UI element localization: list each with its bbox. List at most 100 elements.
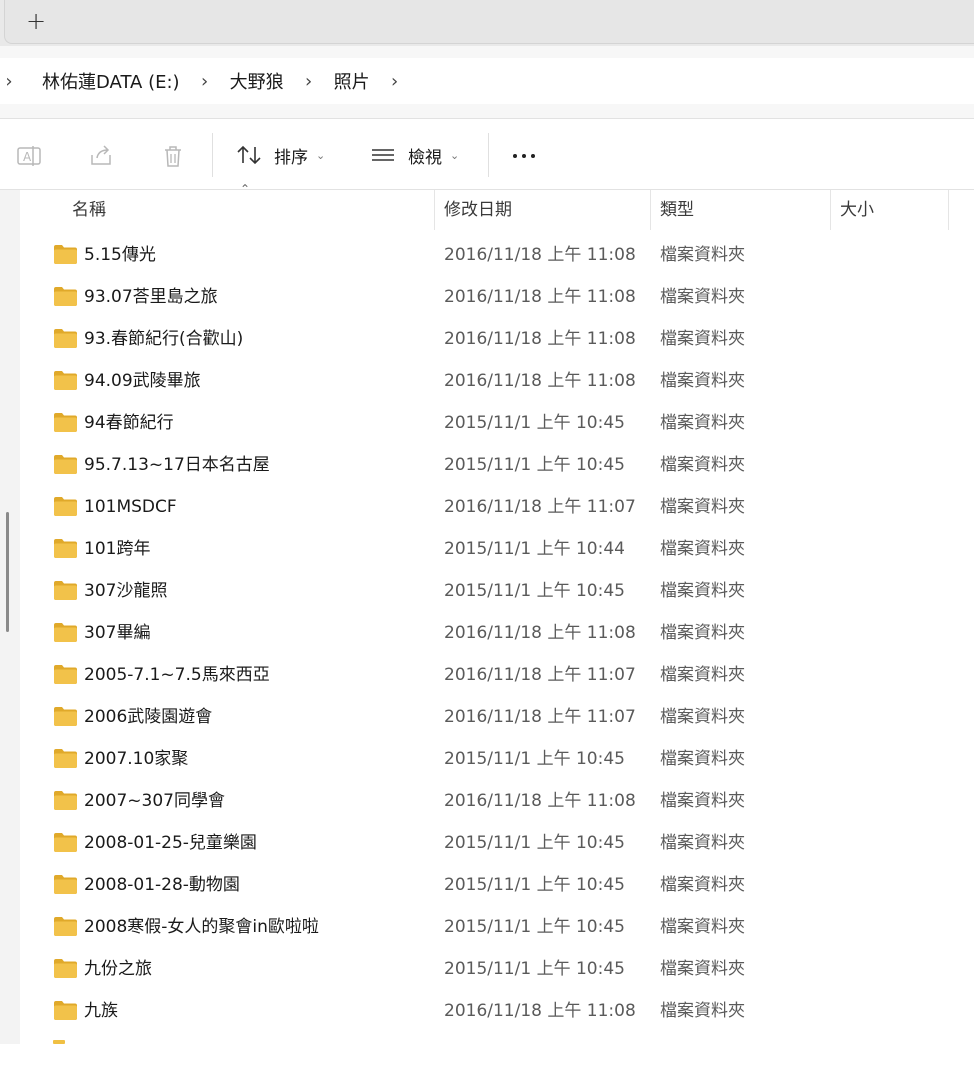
file-row[interactable]: 307沙龍照 2015/11/1 上午 10:45 檔案資料夾 bbox=[20, 570, 974, 612]
column-divider[interactable] bbox=[830, 190, 831, 230]
breadcrumb-chevron-icon[interactable]: › bbox=[384, 71, 406, 92]
file-row[interactable]: 101跨年 2015/11/1 上午 10:44 檔案資料夾 bbox=[20, 528, 974, 570]
file-type: 檔案資料夾 bbox=[660, 875, 745, 895]
file-modified-date: 2016/11/18 上午 11:08 bbox=[444, 1001, 636, 1021]
column-header-name[interactable]: 名稱 bbox=[72, 190, 106, 230]
view-button[interactable]: 檢視 ⌄ bbox=[370, 141, 459, 169]
folder-icon bbox=[54, 833, 77, 852]
chevron-down-icon: ⌄ bbox=[316, 148, 326, 162]
breadcrumb-chevron-icon[interactable]: › bbox=[298, 71, 320, 92]
file-name: 101MSDCF bbox=[84, 497, 177, 517]
new-tab-button[interactable]: + bbox=[22, 8, 50, 36]
file-type: 檔案資料夾 bbox=[660, 329, 745, 349]
file-row[interactable]: 93.春節紀行(合歡山) 2016/11/18 上午 11:08 檔案資料夾 bbox=[20, 318, 974, 360]
file-modified-date: 2015/11/1 上午 10:45 bbox=[444, 833, 625, 853]
file-row[interactable]: 101MSDCF 2016/11/18 上午 11:07 檔案資料夾 bbox=[20, 486, 974, 528]
sort-button[interactable]: 排序 ⌄ bbox=[236, 141, 325, 169]
column-header-size[interactable]: 大小 bbox=[840, 190, 874, 230]
file-modified-date: 2016/11/18 上午 11:07 bbox=[444, 707, 636, 727]
file-type: 檔案資料夾 bbox=[660, 455, 745, 475]
file-row[interactable]: 2008-01-28-動物園 2015/11/1 上午 10:45 檔案資料夾 bbox=[20, 864, 974, 906]
file-row[interactable]: 93.07荅里島之旅 2016/11/18 上午 11:08 檔案資料夾 bbox=[20, 276, 974, 318]
folder-icon bbox=[54, 581, 77, 600]
file-name: 2007.10家聚 bbox=[84, 749, 189, 769]
file-row[interactable]: 2007.10家聚 2015/11/1 上午 10:45 檔案資料夾 bbox=[20, 738, 974, 780]
file-modified-date: 2016/11/18 上午 11:08 bbox=[444, 245, 636, 265]
file-type: 檔案資料夾 bbox=[660, 665, 745, 685]
file-type: 檔案資料夾 bbox=[660, 749, 745, 769]
file-row[interactable]: 95.7.13~17日本名古屋 2015/11/1 上午 10:45 檔案資料夾 bbox=[20, 444, 974, 486]
column-header: 名稱 修改日期 類型 大小 bbox=[20, 190, 974, 230]
file-row[interactable]: 307畢編 2016/11/18 上午 11:08 檔案資料夾 bbox=[20, 612, 974, 654]
file-name: 95.7.13~17日本名古屋 bbox=[84, 455, 270, 475]
folder-icon bbox=[54, 917, 77, 936]
column-header-date[interactable]: 修改日期 bbox=[444, 190, 512, 230]
file-row[interactable]: 2006武陵園遊會 2016/11/18 上午 11:07 檔案資料夾 bbox=[20, 696, 974, 738]
column-divider[interactable] bbox=[650, 190, 651, 230]
folder-icon bbox=[54, 1001, 77, 1020]
folder-icon bbox=[54, 287, 77, 306]
column-divider[interactable] bbox=[434, 190, 435, 230]
folder-icon bbox=[53, 1040, 65, 1044]
file-name: 2008-01-28-動物園 bbox=[84, 875, 240, 895]
file-type: 檔案資料夾 bbox=[660, 707, 745, 727]
file-modified-date: 2015/11/1 上午 10:44 bbox=[444, 539, 625, 559]
file-type: 檔案資料夾 bbox=[660, 1001, 745, 1021]
breadcrumb-item-current[interactable]: 照片 bbox=[320, 68, 384, 94]
file-modified-date: 2016/11/18 上午 11:08 bbox=[444, 371, 636, 391]
breadcrumb-item-folder[interactable]: 大野狼 bbox=[216, 68, 298, 94]
file-modified-date: 2015/11/1 上午 10:45 bbox=[444, 917, 625, 937]
file-row[interactable]: 2007~307同學會 2016/11/18 上午 11:08 檔案資料夾 bbox=[20, 780, 974, 822]
file-name: 九族 bbox=[84, 1001, 118, 1021]
file-modified-date: 2015/11/1 上午 10:45 bbox=[444, 413, 625, 433]
file-row[interactable]: 九族 2016/11/18 上午 11:08 檔案資料夾 bbox=[20, 990, 974, 1032]
file-name: 101跨年 bbox=[84, 539, 151, 559]
command-bar: A 排序 ⌄ 檢視 ⌄ bbox=[0, 118, 974, 190]
folder-icon bbox=[54, 497, 77, 516]
file-row[interactable]: 2008-01-25-兒童樂園 2015/11/1 上午 10:45 檔案資料夾 bbox=[20, 822, 974, 864]
share-icon[interactable] bbox=[88, 143, 114, 169]
file-type: 檔案資料夾 bbox=[660, 581, 745, 601]
folder-icon bbox=[54, 875, 77, 894]
column-header-type[interactable]: 類型 bbox=[660, 190, 694, 230]
file-name: 2005-7.1~7.5馬來西亞 bbox=[84, 665, 270, 685]
folder-icon bbox=[54, 959, 77, 978]
folder-icon bbox=[54, 329, 77, 348]
breadcrumb: › 林佑蓮DATA (E:) › 大野狼 › 照片 › bbox=[0, 58, 974, 104]
file-type: 檔案資料夾 bbox=[660, 959, 745, 979]
file-row[interactable]: 2005-7.1~7.5馬來西亞 2016/11/18 上午 11:07 檔案資料夾 bbox=[20, 654, 974, 696]
file-name: 2006武陵園遊會 bbox=[84, 707, 213, 727]
folder-icon bbox=[54, 371, 77, 390]
file-row[interactable]: 5.15傳光 2016/11/18 上午 11:08 檔案資料夾 bbox=[20, 234, 974, 276]
file-modified-date: 2016/11/18 上午 11:08 bbox=[444, 791, 636, 811]
file-row[interactable]: 94.09武陵畢旅 2016/11/18 上午 11:08 檔案資料夾 bbox=[20, 360, 974, 402]
rename-icon[interactable]: A bbox=[16, 143, 42, 169]
file-name: 94春節紀行 bbox=[84, 413, 174, 433]
breadcrumb-chevron-icon[interactable]: › bbox=[0, 71, 18, 92]
more-options-icon[interactable] bbox=[510, 140, 538, 168]
toolbar-divider bbox=[488, 133, 489, 177]
trash-icon[interactable] bbox=[160, 143, 186, 169]
toolbar-divider bbox=[212, 133, 213, 177]
file-modified-date: 2015/11/1 上午 10:45 bbox=[444, 875, 625, 895]
folder-icon bbox=[54, 455, 77, 474]
file-name: 2008-01-25-兒童樂園 bbox=[84, 833, 257, 853]
folder-icon bbox=[54, 245, 77, 264]
file-row[interactable]: 2008寒假-女人的聚會in歐啦啦 2015/11/1 上午 10:45 檔案資料夾 bbox=[20, 906, 974, 948]
file-modified-date: 2015/11/1 上午 10:45 bbox=[444, 749, 625, 769]
file-row[interactable]: 九份之旅 2015/11/1 上午 10:45 檔案資料夾 bbox=[20, 948, 974, 990]
folder-icon bbox=[54, 749, 77, 768]
window-bottom bbox=[0, 1044, 974, 1065]
file-modified-date: 2016/11/18 上午 11:08 bbox=[444, 329, 636, 349]
chevron-down-icon: ⌄ bbox=[450, 148, 460, 162]
breadcrumb-item-drive[interactable]: 林佑蓮DATA (E:) bbox=[18, 68, 194, 94]
navigation-pane-edge bbox=[0, 190, 20, 1045]
file-row[interactable]: 94春節紀行 2015/11/1 上午 10:45 檔案資料夾 bbox=[20, 402, 974, 444]
breadcrumb-chevron-icon[interactable]: › bbox=[194, 71, 216, 92]
navigation-scrollbar[interactable] bbox=[6, 512, 9, 632]
tab-strip-surface bbox=[4, 0, 974, 44]
sort-arrows-icon bbox=[237, 145, 261, 165]
file-modified-date: 2015/11/1 上午 10:45 bbox=[444, 455, 625, 475]
view-label: 檢視 bbox=[408, 147, 442, 168]
column-divider[interactable] bbox=[948, 190, 949, 230]
